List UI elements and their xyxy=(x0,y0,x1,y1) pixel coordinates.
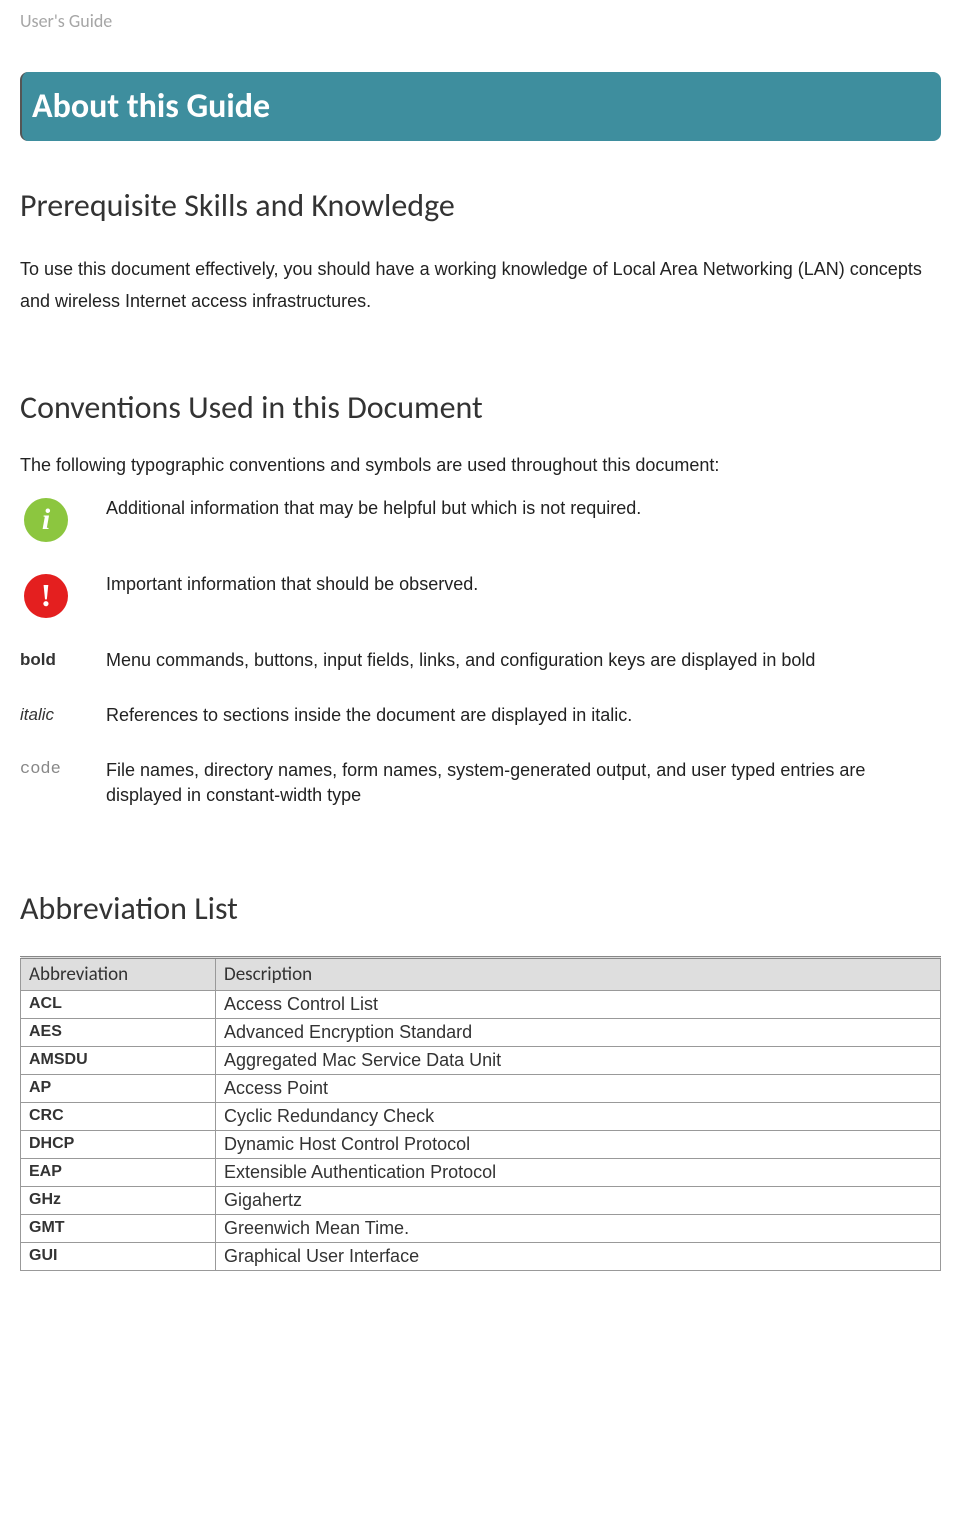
abbrev-cell: AMSDU xyxy=(21,1046,216,1074)
section-heading-abbreviation: Abbreviation List xyxy=(20,889,941,928)
desc-cell: Greenwich Mean Time. xyxy=(216,1214,941,1242)
convention-desc-italic: References to sections inside the docume… xyxy=(106,703,941,728)
abbrev-cell: DHCP xyxy=(21,1130,216,1158)
convention-key-info xyxy=(20,496,106,542)
section-heading-prerequisite: Prerequisite Skills and Knowledge xyxy=(20,186,941,225)
table-row: AMSDUAggregated Mac Service Data Unit xyxy=(21,1046,941,1074)
desc-cell: Advanced Encryption Standard xyxy=(216,1018,941,1046)
section-heading-conventions: Conventions Used in this Document xyxy=(20,388,941,427)
table-row: APAccess Point xyxy=(21,1074,941,1102)
convention-key-warn xyxy=(20,572,106,618)
desc-cell: Aggregated Mac Service Data Unit xyxy=(216,1046,941,1074)
abbrev-cell: GHz xyxy=(21,1186,216,1214)
info-icon xyxy=(24,498,68,542)
abbrev-cell: CRC xyxy=(21,1102,216,1130)
desc-cell: Graphical User Interface xyxy=(216,1242,941,1270)
convention-key-italic: italic xyxy=(20,703,106,725)
conventions-intro: The following typographic conventions an… xyxy=(20,455,941,476)
desc-cell: Gigahertz xyxy=(216,1186,941,1214)
table-row: CRCCyclic Redundancy Check xyxy=(21,1102,941,1130)
desc-cell: Access Control List xyxy=(216,990,941,1018)
convention-row-code: code File names, directory names, form n… xyxy=(20,758,941,808)
table-row: AESAdvanced Encryption Standard xyxy=(21,1018,941,1046)
table-header-abbreviation: Abbreviation xyxy=(21,957,216,990)
table-row: GMTGreenwich Mean Time. xyxy=(21,1214,941,1242)
table-row: DHCPDynamic Host Control Protocol xyxy=(21,1130,941,1158)
desc-cell: Cyclic Redundancy Check xyxy=(216,1102,941,1130)
table-row: GHzGigahertz xyxy=(21,1186,941,1214)
abbrev-cell: ACL xyxy=(21,990,216,1018)
desc-cell: Access Point xyxy=(216,1074,941,1102)
prerequisite-body: To use this document effectively, you sh… xyxy=(20,253,941,318)
convention-desc-bold: Menu commands, buttons, input fields, li… xyxy=(106,648,941,673)
abbrev-cell: EAP xyxy=(21,1158,216,1186)
convention-row-italic: italic References to sections inside the… xyxy=(20,703,941,728)
convention-key-code: code xyxy=(20,758,106,779)
running-header: User's Guide xyxy=(20,10,941,32)
table-row: EAP Extensible Authentication Protocol xyxy=(21,1158,941,1186)
convention-desc-code: File names, directory names, form names,… xyxy=(106,758,941,808)
table-row: GUIGraphical User Interface xyxy=(21,1242,941,1270)
table-header-row: Abbreviation Description xyxy=(21,957,941,990)
page-title-banner: About this Guide xyxy=(20,72,941,141)
abbrev-cell: GUI xyxy=(21,1242,216,1270)
abbrev-cell: GMT xyxy=(21,1214,216,1242)
convention-row-bold: bold Menu commands, buttons, input field… xyxy=(20,648,941,673)
table-row: ACLAccess Control List xyxy=(21,990,941,1018)
desc-cell: Dynamic Host Control Protocol xyxy=(216,1130,941,1158)
convention-key-bold: bold xyxy=(20,648,106,670)
desc-cell: Extensible Authentication Protocol xyxy=(216,1158,941,1186)
convention-row-info: Additional information that may be helpf… xyxy=(20,496,941,542)
warning-icon xyxy=(24,574,68,618)
convention-row-warn: Important information that should be obs… xyxy=(20,572,941,618)
abbreviation-table: Abbreviation Description ACLAccess Contr… xyxy=(20,956,941,1271)
abbrev-cell: AP xyxy=(21,1074,216,1102)
table-header-description: Description xyxy=(216,957,941,990)
convention-desc-info: Additional information that may be helpf… xyxy=(106,496,941,521)
convention-desc-warn: Important information that should be obs… xyxy=(106,572,941,597)
abbrev-cell: AES xyxy=(21,1018,216,1046)
